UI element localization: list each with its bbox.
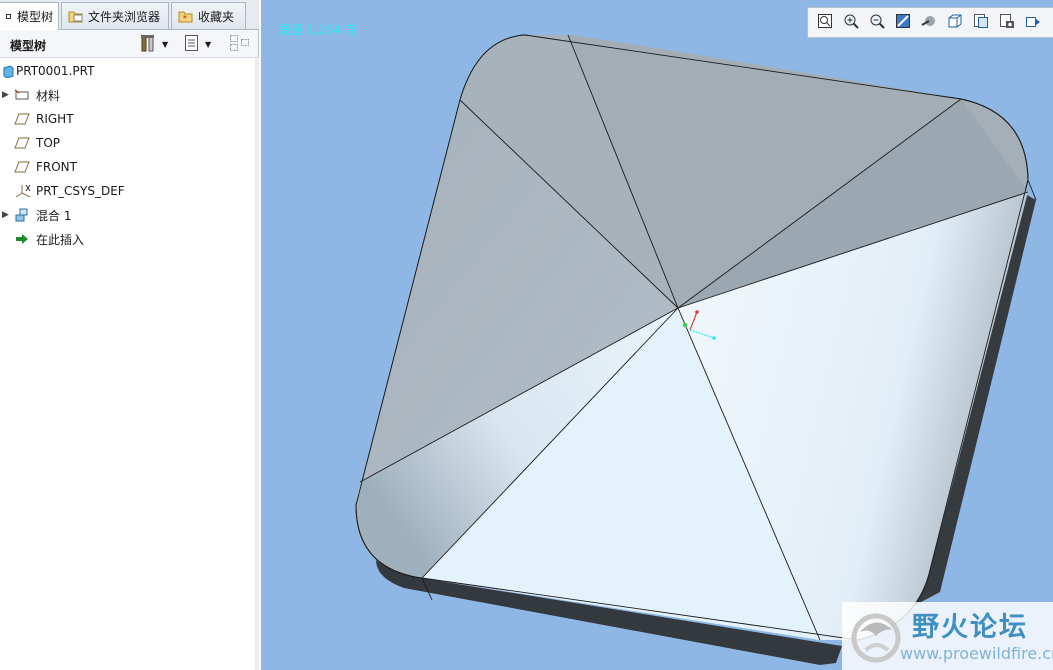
tab-label: 收藏夹	[198, 9, 235, 24]
model-tree-header: 模型树 ▼ ▼	[0, 30, 258, 58]
tree-item-label: TOP	[36, 136, 61, 150]
datum-display-icon	[999, 13, 1015, 32]
tree-item-top[interactable]: TOP	[0, 132, 258, 154]
zoom-out-icon	[869, 13, 885, 32]
spin-center-button[interactable]	[1022, 12, 1043, 33]
datum-display-button[interactable]	[996, 12, 1017, 33]
datum-plane-icon	[14, 159, 30, 175]
saved-orientations-button[interactable]	[944, 12, 965, 33]
svg-text:*: *	[183, 14, 187, 23]
model-tree-panel: 模型树 文件夹浏览器 * 收藏夹 模型树 ▼ ▼ PRT0001.PRT ▶ 材…	[0, 0, 259, 670]
graphics-viewport[interactable]	[261, 0, 1053, 670]
coordinate-system-icon	[14, 183, 30, 199]
chevron-down-icon: ▼	[162, 39, 169, 49]
panel-splitter[interactable]	[255, 58, 259, 670]
model-tree-title: 模型树	[10, 39, 47, 53]
part-model-3d[interactable]	[261, 0, 1053, 670]
tree-item-csys[interactable]: PRT_CSYS_DEF	[0, 180, 258, 202]
refit-icon	[817, 13, 833, 32]
folder-browser-icon	[68, 9, 83, 23]
refit-button[interactable]	[814, 12, 835, 33]
display-style-icon	[921, 13, 937, 32]
tab-folder-browser[interactable]: 文件夹浏览器	[61, 2, 169, 29]
tree-item-label: 在此插入	[36, 232, 85, 247]
mass-readout: 重量 1,264 克	[279, 23, 357, 37]
tab-label: 文件夹浏览器	[88, 9, 161, 24]
tree-item-material[interactable]: ▶ 材料	[0, 84, 258, 106]
tree-root-label: PRT0001.PRT	[16, 64, 95, 78]
tab-label: 模型树	[17, 10, 54, 24]
part-icon	[0, 63, 16, 79]
tab-favorites[interactable]: * 收藏夹	[171, 2, 246, 29]
view-manager-icon	[973, 13, 989, 32]
blend-feature-icon	[14, 207, 30, 223]
zoom-in-button[interactable]	[840, 12, 861, 33]
tree-item-label: FRONT	[36, 160, 77, 174]
show-dropdown-button[interactable]: ▼	[184, 34, 211, 54]
repaint-button[interactable]	[892, 12, 913, 33]
tree-item-label: PRT_CSYS_DEF	[36, 184, 125, 198]
proewildfire-logo	[846, 606, 906, 669]
insert-here-arrow-icon	[14, 231, 30, 247]
tree-item-right[interactable]: RIGHT	[0, 108, 258, 130]
tree-root-node[interactable]: PRT0001.PRT	[0, 60, 258, 82]
view-manager-button[interactable]	[970, 12, 991, 33]
settings-dropdown-button[interactable]: ▼	[140, 34, 168, 54]
datum-plane-icon	[14, 135, 30, 151]
zoom-in-icon	[843, 13, 859, 32]
expand-arrow-icon[interactable]: ▶	[2, 210, 10, 220]
tree-filter-icon	[229, 33, 251, 56]
forum-watermark: 野火论坛 www.proewildfire.cn	[842, 602, 1053, 670]
tree-item-insert-here[interactable]: 在此插入	[0, 228, 258, 250]
zoom-out-button[interactable]	[866, 12, 887, 33]
model-tree-tab-icon	[6, 10, 12, 24]
display-style-button[interactable]	[918, 12, 939, 33]
tree-item-front[interactable]: FRONT	[0, 156, 258, 178]
tab-model-tree[interactable]: 模型树	[0, 2, 59, 30]
tree-item-label: 混合 1	[36, 208, 72, 223]
spin-center-icon	[1025, 13, 1041, 32]
tree-item-blend[interactable]: ▶ 混合 1	[0, 204, 258, 226]
material-icon	[14, 87, 30, 103]
tools-icon	[140, 33, 158, 56]
watermark-url: www.proewildfire.cn	[900, 644, 1053, 663]
navigator-tabbar: 模型树 文件夹浏览器 * 收藏夹	[0, 0, 259, 30]
tree-item-label: 材料	[36, 88, 61, 103]
expand-arrow-icon[interactable]: ▶	[2, 90, 10, 100]
tree-filter-button[interactable]	[229, 34, 251, 54]
view-toolbar	[807, 7, 1053, 38]
repaint-icon	[895, 13, 911, 32]
favorites-folder-icon: *	[178, 9, 193, 23]
saved-orientations-icon	[947, 13, 963, 32]
datum-plane-icon	[14, 111, 30, 127]
tree-item-label: RIGHT	[36, 112, 74, 126]
chevron-down-icon: ▼	[205, 39, 212, 49]
list-settings-icon	[184, 33, 200, 56]
watermark-title: 野火论坛	[912, 612, 1028, 643]
